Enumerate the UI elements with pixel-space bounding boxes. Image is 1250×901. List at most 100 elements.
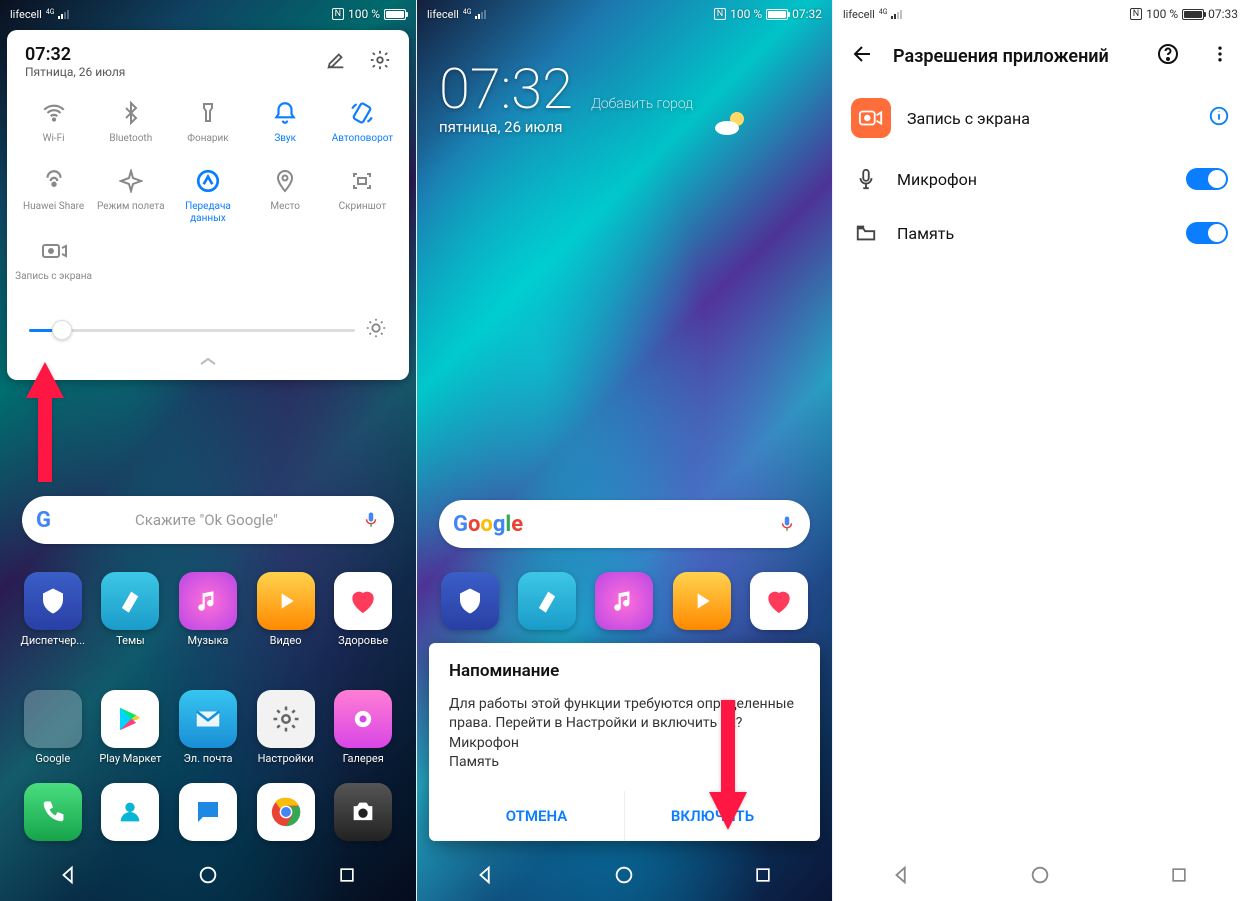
qs-tile-torch[interactable]: Фонарик bbox=[169, 95, 246, 159]
mic-icon[interactable] bbox=[362, 508, 380, 532]
app-settings[interactable]: Настройки bbox=[251, 690, 321, 765]
permission-row-microphone: Микрофон bbox=[833, 152, 1248, 206]
nav-home-icon[interactable] bbox=[609, 860, 639, 890]
qs-tile-huawei-share[interactable]: Huawei Share bbox=[15, 163, 92, 229]
microphone-icon bbox=[853, 166, 879, 192]
home-apps-row-1 bbox=[417, 572, 832, 630]
qs-tile-wifi[interactable]: Wi-Fi bbox=[15, 95, 92, 159]
app-dispatcher[interactable]: Диспетчер... bbox=[18, 572, 88, 647]
navigation-bar bbox=[417, 849, 832, 901]
google-logo-icon: Google bbox=[453, 512, 523, 537]
app-permissions-screen: Разрешения приложений Запись с экрана Ми… bbox=[833, 28, 1248, 849]
weather-icon[interactable] bbox=[711, 86, 751, 116]
qs-tile-bluetooth[interactable]: Bluetooth bbox=[92, 95, 169, 159]
nav-recent-icon[interactable] bbox=[1164, 860, 1194, 890]
app-play-store[interactable]: Play Маркет bbox=[95, 690, 165, 765]
add-city-label[interactable]: Добавить город bbox=[591, 96, 693, 112]
battery-icon bbox=[1182, 9, 1204, 20]
app-email[interactable]: Эл. почта bbox=[173, 690, 243, 765]
qs-date: Пятница, 26 июля bbox=[25, 65, 125, 79]
home-apps-row-2: Google Play Маркет Эл. почта Настройки Г… bbox=[0, 690, 416, 765]
app-google-folder[interactable]: Google bbox=[18, 690, 88, 765]
clock-date: пятница, 26 июля bbox=[439, 118, 810, 136]
status-bar: lifecell 4G N 100 % 07:32 bbox=[417, 0, 832, 28]
dialog-title: Напоминание bbox=[449, 661, 800, 681]
dock-camera[interactable] bbox=[328, 783, 398, 841]
qs-tile-rotate[interactable]: Автоповорот bbox=[324, 95, 401, 159]
home-apps-row-1: Диспетчер... Темы Музыка Видео Здоровье bbox=[0, 572, 416, 647]
dock-contacts[interactable] bbox=[95, 783, 165, 841]
more-menu-icon[interactable] bbox=[1210, 44, 1230, 68]
nav-back-icon[interactable] bbox=[471, 860, 501, 890]
nav-back-icon[interactable] bbox=[54, 860, 84, 890]
battery-icon bbox=[384, 9, 406, 20]
info-icon[interactable] bbox=[1208, 105, 1230, 131]
nav-recent-icon[interactable] bbox=[748, 860, 778, 890]
dock-row bbox=[0, 783, 416, 841]
qs-tile-mobile-data[interactable]: Передача данных bbox=[169, 163, 246, 229]
navigation-bar bbox=[0, 849, 416, 901]
edit-icon[interactable] bbox=[325, 49, 347, 75]
back-arrow-icon[interactable] bbox=[851, 42, 875, 70]
nav-home-icon[interactable] bbox=[1025, 860, 1055, 890]
phone-2: lifecell 4G N 100 % 07:32 07:32 Добавить… bbox=[416, 0, 832, 901]
annotation-arrow bbox=[22, 362, 68, 486]
google-search-bar[interactable]: G Скажите "Ok Google" bbox=[22, 496, 394, 544]
google-search-bar[interactable]: Google bbox=[439, 500, 810, 548]
dock-phone[interactable] bbox=[18, 783, 88, 841]
status-bar: lifecell 4G N 100 % 07:33 bbox=[833, 0, 1248, 28]
nav-recent-icon[interactable] bbox=[332, 860, 362, 890]
app-video[interactable]: Видео bbox=[251, 572, 321, 647]
permission-dialog: Напоминание Для работы этой функции треб… bbox=[429, 643, 820, 841]
qs-tile-screen-record[interactable]: Запись с экрана bbox=[15, 233, 92, 297]
search-hint: Скажите "Ok Google" bbox=[51, 511, 362, 529]
battery-pct: 100 % bbox=[348, 7, 380, 21]
dock-messages[interactable] bbox=[173, 783, 243, 841]
home-clock-widget[interactable]: 07:32 Добавить город пятница, 26 июля bbox=[439, 56, 810, 136]
annotation-arrow bbox=[705, 700, 751, 834]
clock-time: 07:32 bbox=[439, 56, 573, 122]
nfc-icon: N bbox=[1130, 8, 1142, 20]
nfc-icon: N bbox=[332, 8, 344, 20]
status-bar: lifecell 4G N 100 % bbox=[0, 0, 416, 28]
settings-gear-icon[interactable] bbox=[369, 49, 391, 75]
phone-1: lifecell 4G N 100 % 07:32 Пятница, 26 ию… bbox=[0, 0, 416, 901]
qs-tiles: Wi-Fi Bluetooth Фонарик Звук Автоповорот… bbox=[13, 83, 403, 297]
nav-back-icon[interactable] bbox=[887, 860, 917, 890]
toggle-switch[interactable] bbox=[1186, 168, 1228, 190]
carrier-label: lifecell bbox=[10, 8, 42, 21]
battery-icon bbox=[766, 9, 788, 20]
expand-chevron-icon[interactable] bbox=[13, 349, 403, 372]
app-themes[interactable]: Темы bbox=[95, 572, 165, 647]
brightness-icon[interactable] bbox=[365, 317, 387, 343]
signal-icon bbox=[475, 9, 489, 19]
app-row: Запись с экрана bbox=[833, 84, 1248, 152]
qs-time: 07:32 bbox=[25, 44, 125, 65]
navigation-bar bbox=[833, 849, 1248, 901]
cancel-button[interactable]: ОТМЕНА bbox=[449, 791, 624, 841]
brightness-slider[interactable] bbox=[29, 329, 355, 332]
qs-tile-location[interactable]: Место bbox=[247, 163, 324, 229]
app-health[interactable]: Здоровье bbox=[328, 572, 398, 647]
screen-record-app-icon bbox=[851, 98, 891, 138]
app-gallery[interactable]: Галерея bbox=[328, 690, 398, 765]
nfc-icon: N bbox=[714, 8, 726, 20]
qs-tile-screenshot[interactable]: Скриншот bbox=[324, 163, 401, 229]
signal-icon bbox=[58, 9, 72, 19]
toggle-switch[interactable] bbox=[1186, 222, 1228, 244]
nav-home-icon[interactable] bbox=[193, 860, 223, 890]
folder-icon bbox=[853, 220, 879, 246]
signal-icon bbox=[891, 9, 905, 19]
app-name: Запись с экрана bbox=[907, 109, 1192, 128]
qs-tile-airplane[interactable]: Режим полета bbox=[92, 163, 169, 229]
quick-settings-panel: 07:32 Пятница, 26 июля Wi-Fi Bluetooth Ф… bbox=[7, 30, 409, 380]
app-music[interactable]: Музыка bbox=[173, 572, 243, 647]
phone-3: lifecell 4G N 100 % 07:33 Разрешения при… bbox=[832, 0, 1248, 901]
page-title: Разрешения приложений bbox=[893, 46, 1138, 67]
qs-tile-sound[interactable]: Звук bbox=[247, 95, 324, 159]
permission-row-storage: Память bbox=[833, 206, 1248, 260]
google-logo-icon: G bbox=[36, 508, 51, 533]
help-icon[interactable] bbox=[1156, 42, 1180, 70]
dock-chrome[interactable] bbox=[251, 783, 321, 841]
mic-icon[interactable] bbox=[778, 512, 796, 536]
